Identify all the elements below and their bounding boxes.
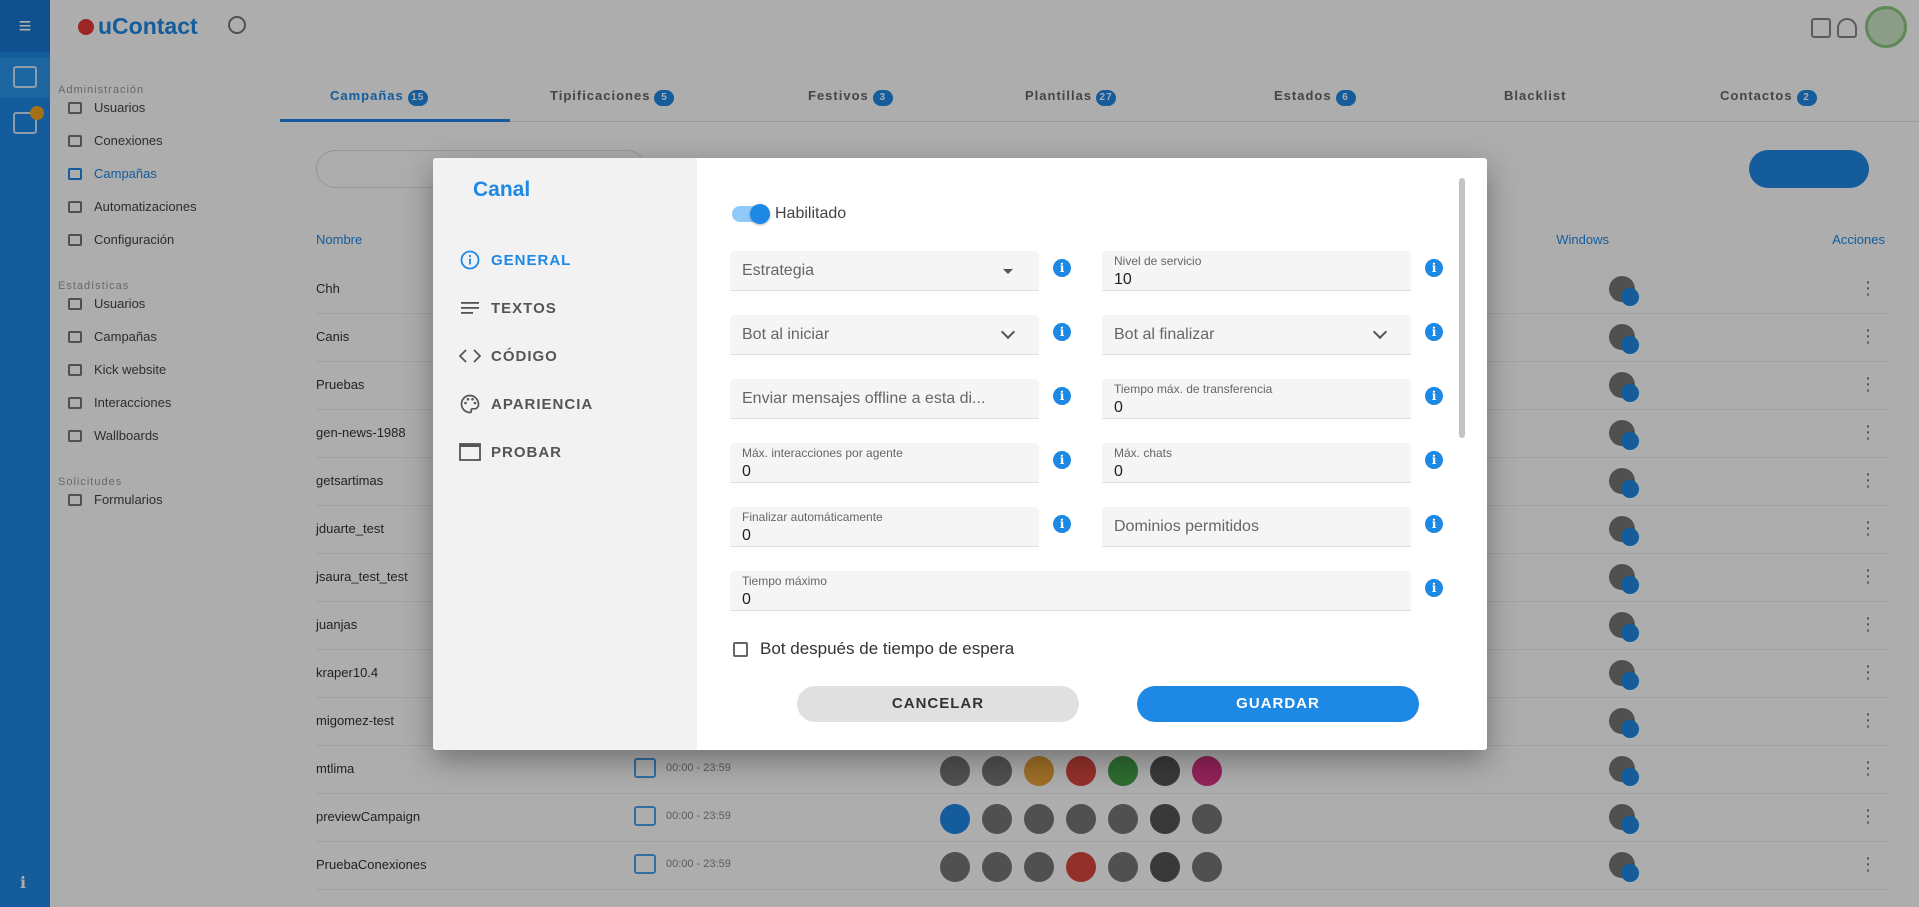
nav-apariencia[interactable]: APARIENCIA: [459, 390, 593, 418]
dominios-field[interactable]: Dominios permitidos: [1102, 507, 1411, 547]
info-icon[interactable]: i: [1425, 323, 1443, 341]
nav-probar[interactable]: PROBAR: [459, 438, 562, 466]
nav-label: TEXTOS: [491, 299, 557, 317]
bot-iniciar-select[interactable]: Bot al iniciar: [730, 315, 1039, 355]
chevron-down-icon: [1372, 324, 1388, 340]
nav-codigo[interactable]: CÓDIGO: [459, 342, 558, 370]
info-icon[interactable]: i: [1425, 259, 1443, 277]
dialog-nav: Canal GENERAL TEXTOS CÓDIGO APARIENCIA P…: [433, 158, 697, 750]
nav-label: APARIENCIA: [491, 395, 594, 413]
code-icon: [459, 345, 481, 367]
max-chats-field[interactable]: Máx. chats 0: [1102, 443, 1411, 483]
info-icon[interactable]: i: [1053, 323, 1071, 341]
bot-finalizar-select[interactable]: Bot al finalizar: [1102, 315, 1411, 355]
nav-general[interactable]: GENERAL: [459, 246, 571, 274]
tiempo-maximo-field[interactable]: Tiempo máximo 0: [730, 571, 1411, 611]
max-interacciones-field[interactable]: Máx. interacciones por agente 0: [730, 443, 1039, 483]
palette-icon: [459, 393, 481, 415]
dropdown-caret-icon: [1003, 269, 1013, 274]
nav-label: CÓDIGO: [491, 347, 558, 365]
info-icon[interactable]: i: [1425, 451, 1443, 469]
scrollbar[interactable]: [1459, 178, 1465, 438]
nav-label: GENERAL: [491, 251, 572, 269]
info-icon[interactable]: i: [1425, 387, 1443, 405]
info-icon[interactable]: i: [1425, 579, 1443, 597]
cancel-button[interactable]: CANCELAR: [797, 686, 1079, 722]
chevron-down-icon: [1000, 324, 1016, 340]
enabled-label: Habilitado: [775, 205, 847, 222]
nav-textos[interactable]: TEXTOS: [459, 294, 557, 322]
finalizar-auto-field[interactable]: Finalizar automáticamente 0: [730, 507, 1039, 547]
save-button[interactable]: GUARDAR: [1137, 686, 1419, 722]
tiempo-transferencia-field[interactable]: Tiempo máx. de transferencia 0: [1102, 379, 1411, 419]
info-icon[interactable]: i: [1053, 259, 1071, 277]
bot-timeout-checkbox[interactable]: [733, 642, 748, 657]
enabled-toggle[interactable]: [732, 204, 770, 224]
bot-timeout-label: Bot después de tiempo de espera: [760, 639, 1015, 658]
estrategia-select[interactable]: Estrategia: [730, 251, 1039, 291]
info-circle-icon: [459, 249, 481, 271]
dialog-title: Canal: [473, 178, 531, 201]
lines-icon: [459, 297, 481, 319]
info-icon[interactable]: i: [1425, 515, 1443, 533]
info-icon[interactable]: i: [1053, 515, 1071, 533]
info-icon[interactable]: i: [1053, 451, 1071, 469]
offline-email-field[interactable]: Enviar mensajes offline a esta di...: [730, 379, 1039, 419]
dialog-content: Habilitado Estrategia i Nivel de servici…: [697, 158, 1487, 750]
channel-dialog: Canal GENERAL TEXTOS CÓDIGO APARIENCIA P…: [433, 158, 1487, 750]
nivel-servicio-field[interactable]: Nivel de servicio 10: [1102, 251, 1411, 291]
info-icon[interactable]: i: [1053, 387, 1071, 405]
nav-label: PROBAR: [491, 443, 563, 461]
window-icon: [459, 441, 481, 463]
